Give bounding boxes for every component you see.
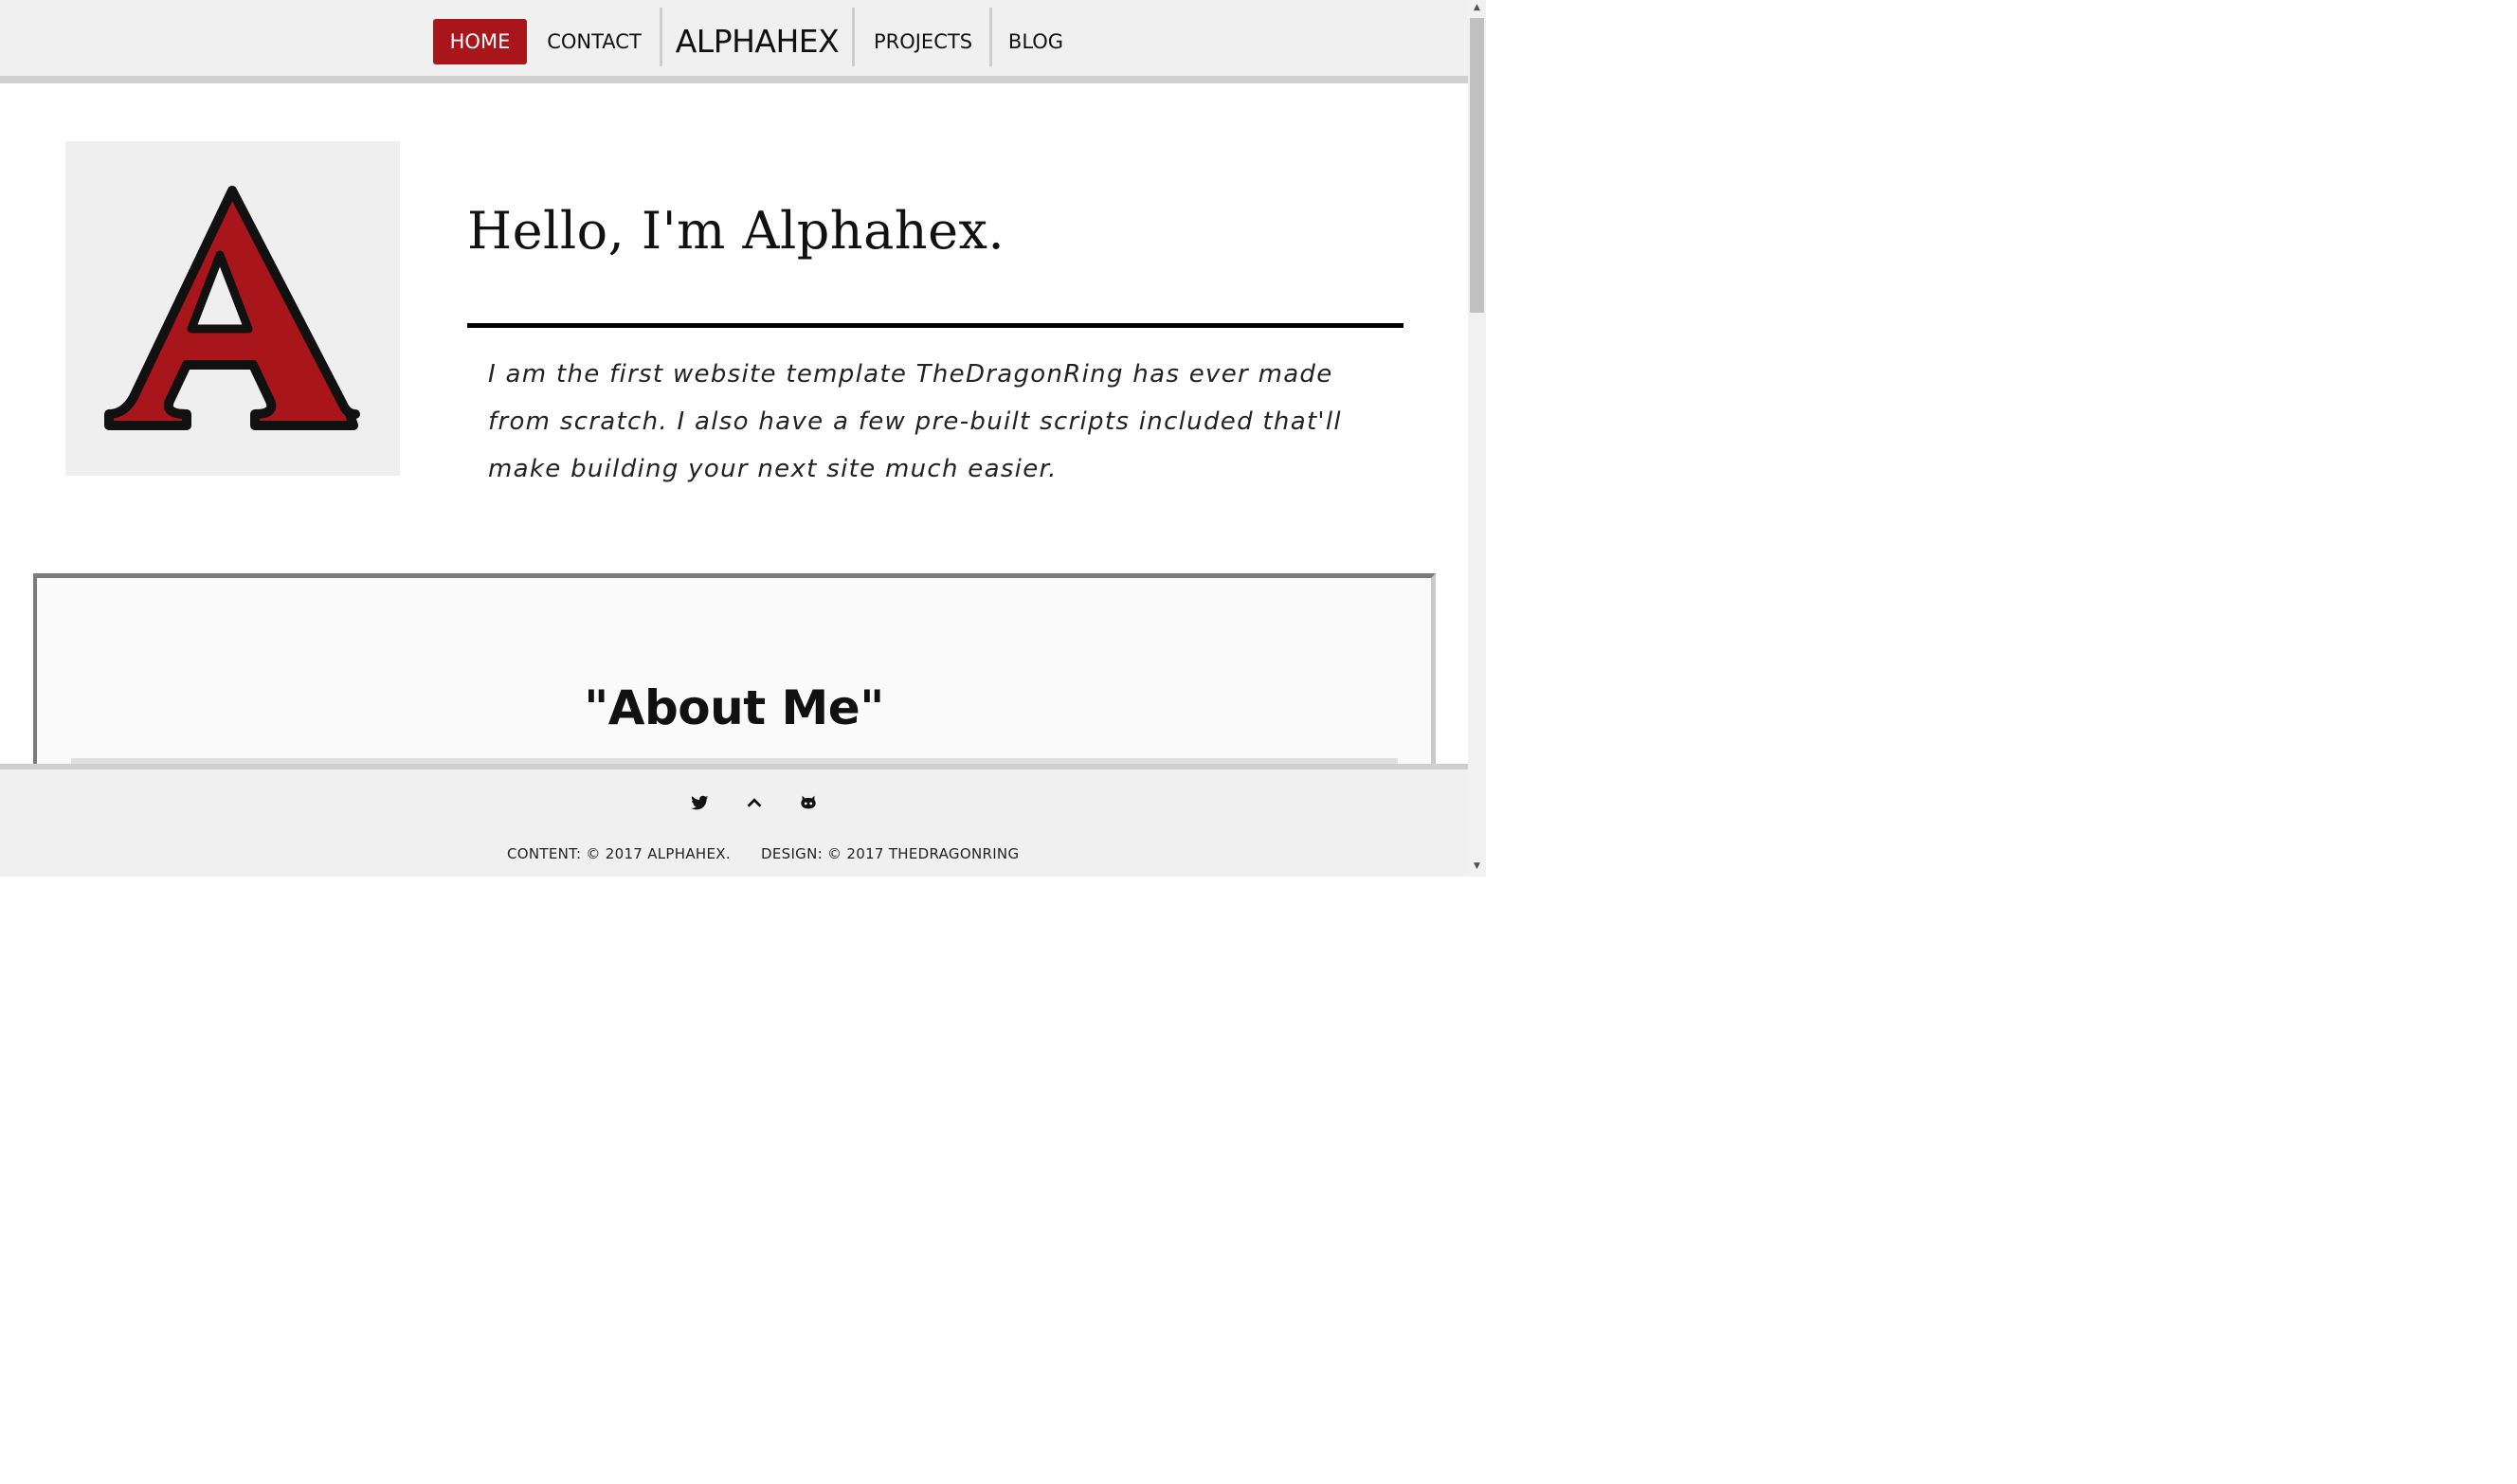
hero-title: Hello, I'm Alphahex. bbox=[467, 201, 1005, 261]
nav-blog-link[interactable]: BLOG bbox=[1000, 19, 1072, 64]
nav-brand-logo[interactable]: ALPHAHEX bbox=[671, 19, 843, 64]
nav-projects-link[interactable]: PROJECTS bbox=[864, 19, 982, 64]
nav-home-link[interactable]: HOME bbox=[433, 19, 527, 64]
twitter-icon[interactable] bbox=[689, 792, 710, 813]
content-copyright: CONTENT: © 2017 ALPHAHEX. bbox=[507, 845, 731, 862]
design-copyright: DESIGN: © 2017 THEDRAGONRING bbox=[761, 845, 1020, 862]
scrollbar-thumb[interactable] bbox=[1470, 18, 1484, 313]
about-title: "About Me" bbox=[584, 680, 884, 735]
nav-divider bbox=[989, 8, 992, 66]
vertical-scrollbar[interactable]: ▲ ▼ bbox=[1468, 0, 1486, 877]
chevron-up-icon[interactable] bbox=[744, 792, 765, 813]
github-icon[interactable] bbox=[798, 792, 819, 813]
scroll-down-arrow-icon[interactable]: ▼ bbox=[1468, 859, 1486, 875]
scroll-up-arrow-icon[interactable]: ▲ bbox=[1468, 0, 1486, 16]
hero-intro-text: I am the first website template TheDrago… bbox=[488, 360, 1342, 483]
letter-a-logo-icon bbox=[104, 186, 360, 430]
logo-image bbox=[65, 141, 400, 476]
nav-divider bbox=[660, 8, 662, 66]
top-nav: HOME CONTACT ALPHAHEX PROJECTS BLOG bbox=[0, 0, 1468, 83]
nav-contact-link[interactable]: CONTACT bbox=[536, 19, 652, 64]
hero-divider bbox=[467, 323, 1403, 328]
footer: CONTENT: © 2017 ALPHAHEX. DESIGN: © 2017… bbox=[0, 764, 1468, 877]
nav-divider bbox=[852, 8, 855, 66]
